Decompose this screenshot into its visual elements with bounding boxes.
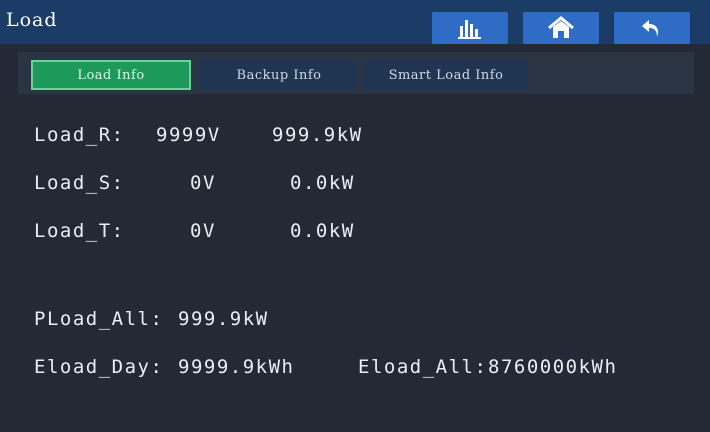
back-button[interactable] <box>614 12 690 44</box>
load-r-label: Load_R: <box>34 124 125 146</box>
home-button[interactable] <box>523 12 599 44</box>
bar-chart-icon <box>457 17 483 39</box>
load-t-label: Load_T: <box>34 220 125 242</box>
load-s-voltage: 0V <box>190 172 216 194</box>
load-r-power: 999.9kW <box>272 124 363 146</box>
load-t-voltage: 0V <box>190 220 216 242</box>
back-arrow-icon <box>640 17 664 39</box>
tab-smart-load-info[interactable]: Smart Load Info <box>364 60 528 90</box>
load-r-voltage: 9999V <box>156 124 221 146</box>
load-t-power: 0.0kW <box>290 220 355 242</box>
eload-day-value: 9999.9kWh <box>178 356 295 378</box>
chart-button[interactable] <box>432 12 508 44</box>
pload-all-label: PLoad_All: <box>34 308 164 330</box>
load-s-label: Load_S: <box>34 172 125 194</box>
eload-all-value: 8760000kWh <box>488 356 618 378</box>
pload-all-value: 999.9kW <box>178 308 269 330</box>
tab-bar: Load Info Backup Info Smart Load Info <box>18 52 694 94</box>
tab-load-info[interactable]: Load Info <box>31 60 191 90</box>
eload-day-label: Eload_Day: <box>34 356 164 378</box>
home-icon <box>547 16 575 40</box>
eload-all-label: Eload_All: <box>358 356 488 378</box>
title-bar: Load <box>0 0 710 44</box>
page-title: Load <box>6 9 58 31</box>
load-s-power: 0.0kW <box>290 172 355 194</box>
tab-backup-info[interactable]: Backup Info <box>200 60 358 90</box>
